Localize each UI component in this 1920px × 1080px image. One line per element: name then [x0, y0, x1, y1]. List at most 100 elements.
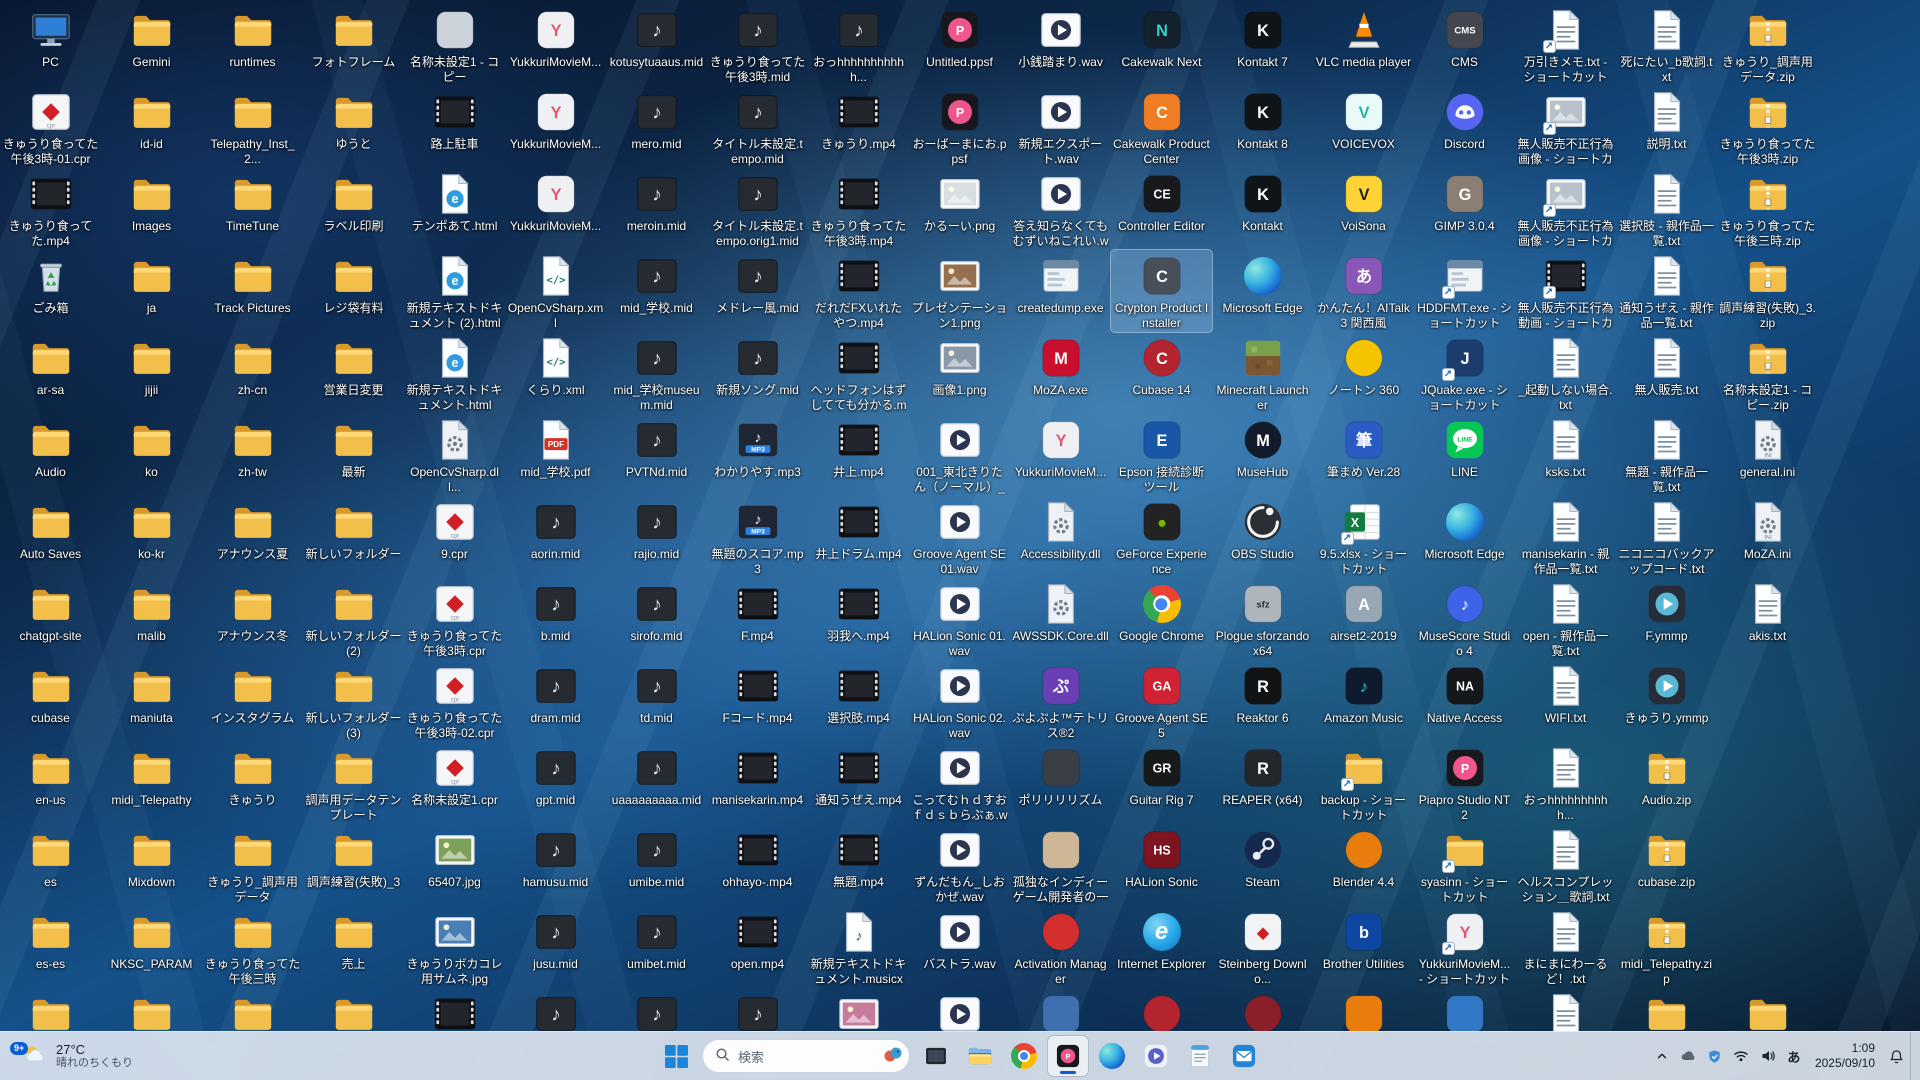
desktop-icon[interactable] — [0, 988, 101, 1032]
desktop-icon[interactable] — [1313, 988, 1414, 1032]
desktop-icon[interactable]: J ↗ JQuake.exe - ショートカット — [1414, 332, 1515, 414]
desktop-icon[interactable]: id-id — [101, 86, 202, 168]
desktop-icon[interactable]: CE Controller Editor — [1111, 168, 1212, 250]
desktop-icon[interactable]: ♪ b.mid — [505, 578, 606, 660]
desktop-icon[interactable]: ♪ きゅうり食ってた午後3時.mid — [707, 4, 808, 86]
desktop-icon[interactable]: ♪ タイトル未設定.tempo.mid — [707, 86, 808, 168]
desktop-icon[interactable]: ja — [101, 250, 202, 332]
desktop-icon[interactable]: 小銭踏まり.wav — [1010, 4, 1111, 86]
desktop-icon[interactable] — [1717, 988, 1818, 1032]
desktop-icon[interactable]: Auto Saves — [0, 496, 101, 578]
taskbar-search[interactable]: 検索 — [702, 1039, 910, 1073]
desktop-icon[interactable]: E Epson 接続診断ツール — [1111, 414, 1212, 496]
desktop-icon[interactable]: 新規エクスポート.wav — [1010, 86, 1111, 168]
desktop-icon[interactable]: Steam — [1212, 824, 1313, 906]
desktop-icon[interactable]: ♪ PVTNd.mid — [606, 414, 707, 496]
desktop-icon[interactable]: 営業日変更 — [303, 332, 404, 414]
desktop-icon[interactable]: きゅうり食ってた午後3時.zip — [1717, 86, 1818, 168]
desktop-icon[interactable]: HALion Sonic 02.wav — [909, 660, 1010, 742]
tray-chevron-up-icon[interactable] — [1650, 1036, 1674, 1076]
desktop-icon[interactable]: ↗ HDDFMT.exe - ショートカット — [1414, 250, 1515, 332]
start-button[interactable] — [656, 1036, 696, 1076]
desktop-icon[interactable]: C Cubase 14 — [1111, 332, 1212, 414]
desktop-icon[interactable]: ♪ mid_学校museum.mid — [606, 332, 707, 414]
desktop-icon[interactable]: だれだFXいれたやつ.mp4 — [808, 250, 909, 332]
desktop-icon[interactable]: ヘッドフォンはずしてても分かる.mp4 — [808, 332, 909, 414]
tray-wifi-icon[interactable] — [1728, 1036, 1754, 1076]
desktop-icon[interactable]: ♪ — [707, 988, 808, 1032]
desktop-icon[interactable]: TimeTune — [202, 168, 303, 250]
desktop-icon[interactable]: ♪ メドレー風.mid — [707, 250, 808, 332]
desktop-icon[interactable]: C Cakewalk Product Center — [1111, 86, 1212, 168]
desktop-icon[interactable] — [1111, 988, 1212, 1032]
desktop-icon[interactable]: 通知うぜえ.mp4 — [808, 742, 909, 824]
desktop-icon[interactable]: jijii — [101, 332, 202, 414]
desktop-icon[interactable]: ↗ 万引きメモ.txt - ショートカット — [1515, 4, 1616, 86]
desktop-icon[interactable]: ノートン 360 — [1313, 332, 1414, 414]
desktop-icon[interactable]: ♪ タイトル未設定.tempo.orig1.mid — [707, 168, 808, 250]
desktop-icon[interactable]: 路上駐車 — [404, 86, 505, 168]
desktop-icon[interactable]: 羽我へ.mp4 — [808, 578, 909, 660]
desktop-icon[interactable]: Microsoft Edge — [1212, 250, 1313, 332]
desktop-icon[interactable]: きゅうり_調声用データ — [202, 824, 303, 906]
desktop-icon[interactable]: Track Pictures — [202, 250, 303, 332]
desktop-icon[interactable]: sfz Plogue sforzando x64 — [1212, 578, 1313, 660]
desktop-icon[interactable]: ♪ sirofo.mid — [606, 578, 707, 660]
desktop-icon[interactable]: PC — [0, 4, 101, 86]
desktop-icon[interactable]: HS HALion Sonic — [1111, 824, 1212, 906]
desktop-icon[interactable]: レジ袋有料 — [303, 250, 404, 332]
desktop-icon[interactable]: 65407.jpg — [404, 824, 505, 906]
desktop-icon[interactable]: きゅうり.mp4 — [808, 86, 909, 168]
taskbar-clock[interactable]: 1:09 2025/09/10 — [1807, 1036, 1883, 1076]
desktop-icon[interactable]: M MuseHub — [1212, 414, 1313, 496]
desktop-icon[interactable]: きゅうり食ってた午後3時.mp4 — [808, 168, 909, 250]
desktop-icon[interactable]: INI MoZA.ini — [1717, 496, 1818, 578]
desktop-icon[interactable]: ♪ — [606, 988, 707, 1032]
edge-taskbar-icon[interactable] — [1092, 1036, 1132, 1076]
desktop-icon[interactable]: ♪ MuseScore Studio 4 — [1414, 578, 1515, 660]
desktop-icon[interactable]: きゅうり_調声用データ.zip — [1717, 4, 1818, 86]
desktop-icon[interactable]: Y ↗ YukkuriMovieM... - ショートカット — [1414, 906, 1515, 988]
desktop-icon[interactable]: ko — [101, 414, 202, 496]
desktop-icon[interactable]: 名称未設定1 - コピー — [404, 4, 505, 86]
desktop-icon[interactable]: フォトフレーム — [303, 4, 404, 86]
desktop-icon[interactable] — [404, 988, 505, 1032]
desktop-icon[interactable]: 無題.mp4 — [808, 824, 909, 906]
desktop-icon[interactable]: OBS Studio — [1212, 496, 1313, 578]
desktop-icon[interactable]: createdump.exe — [1010, 250, 1111, 332]
desktop-icon[interactable]: ksks.txt — [1515, 414, 1616, 496]
desktop-icon[interactable]: Discord — [1414, 86, 1515, 168]
desktop-icon[interactable]: GR Guitar Rig 7 — [1111, 742, 1212, 824]
desktop-icon[interactable]: P Untitled.ppsf — [909, 4, 1010, 86]
desktop-icon[interactable]: ♪ Amazon Music — [1313, 660, 1414, 742]
desktop-icon[interactable]: ♪ uaaaaaaaaa.mid — [606, 742, 707, 824]
desktop-icon[interactable]: AWSSDK.Core.dll — [1010, 578, 1111, 660]
desktop-icon[interactable]: Audio.zip — [1616, 742, 1717, 824]
desktop-icon[interactable]: ↗ backup - ショートカット — [1313, 742, 1414, 824]
desktop-icon[interactable]: open - 親作品一覧.txt — [1515, 578, 1616, 660]
desktop-icon[interactable]: Y YukkuriMovieM... — [1010, 414, 1111, 496]
desktop-icon[interactable]: ♪ umibet.mid — [606, 906, 707, 988]
desktop-icon[interactable]: 死にたい_b歌詞.txt — [1616, 4, 1717, 86]
desktop-icon[interactable]: ♪ gpt.mid — [505, 742, 606, 824]
desktop-icon[interactable]: F.mp4 — [707, 578, 808, 660]
desktop-icon[interactable]: ♪ おっhhhhhhhhhhh... — [808, 4, 909, 86]
desktop-icon[interactable]: V VoiSona — [1313, 168, 1414, 250]
desktop-icon[interactable]: ko-kr — [101, 496, 202, 578]
tray-volume-icon[interactable] — [1755, 1036, 1781, 1076]
desktop-icon[interactable]: 001_東北きりたん（ノーマル）_今しゃ... — [909, 414, 1010, 496]
desktop-icon[interactable] — [303, 988, 404, 1032]
desktop-icon[interactable]: CMS CMS — [1414, 4, 1515, 86]
desktop-icon[interactable]: HALion Sonic 01.wav — [909, 578, 1010, 660]
tray-shield-icon[interactable] — [1702, 1036, 1727, 1076]
desktop-icon[interactable]: K Kontakt 8 — [1212, 86, 1313, 168]
desktop-icon[interactable]: ごみ箱 — [0, 250, 101, 332]
file-explorer-taskbar-icon[interactable] — [960, 1036, 1000, 1076]
desktop-icon[interactable]: 売上 — [303, 906, 404, 988]
desktop-icon[interactable]: Minecraft Launcher — [1212, 332, 1313, 414]
desktop-icon[interactable] — [1414, 988, 1515, 1032]
desktop-icon[interactable]: 無人販売.txt — [1616, 332, 1717, 414]
desktop-icon[interactable]: ↗ 無人販売不正行為画像 - ショートカット — [1515, 168, 1616, 250]
desktop-icon[interactable]: LINE LINE — [1414, 414, 1515, 496]
desktop-icon[interactable]: e Internet Explorer — [1111, 906, 1212, 988]
